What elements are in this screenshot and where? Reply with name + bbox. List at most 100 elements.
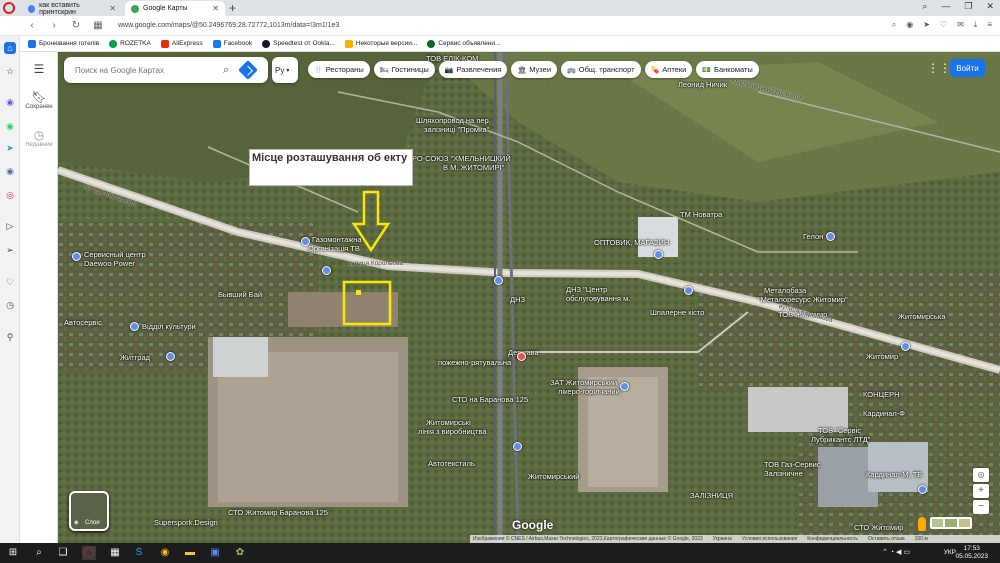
apps-icon[interactable]: ▦ [108, 546, 122, 560]
menu-button[interactable]: ☰ [20, 62, 58, 76]
map-label[interactable]: Газомонтажна [312, 235, 362, 244]
map-label[interactable]: лінія з виробництва [418, 427, 486, 436]
recent-button[interactable]: ◷ Недавние [20, 128, 58, 148]
home-icon[interactable]: ⌂ [4, 42, 16, 54]
browser-tab-active[interactable]: Google Карты ✕ [125, 1, 225, 16]
download-icon[interactable]: ⤓ [974, 20, 978, 30]
minimize-button[interactable]: — [941, 1, 950, 12]
search-tabs-icon[interactable]: ⌕ [922, 1, 927, 12]
map-label[interactable]: ТМ Новатра [680, 210, 722, 219]
map-label[interactable]: Залізничне [764, 469, 803, 478]
chip-museums[interactable]: 🏛 Музеи [511, 61, 558, 78]
bookmark-facebook[interactable]: Facebook [212, 39, 252, 48]
poi-pin-icon[interactable] [130, 322, 139, 331]
search-icon[interactable]: ⌕ [223, 64, 229, 77]
language-select[interactable]: Ру ▾ [272, 57, 298, 83]
messenger-icon[interactable]: ◉ [4, 96, 16, 108]
bookmark-rozetka[interactable]: ROZETKA [109, 39, 151, 48]
vk-icon[interactable]: ◉ [4, 165, 16, 177]
signin-button[interactable]: Войти [950, 59, 985, 77]
map-label[interactable]: Лубрикантс ЛТД" [811, 435, 870, 444]
map-label[interactable]: Бывший Бай [218, 290, 262, 299]
map-label[interactable]: ОПТОВИК, МАГАЗИН [594, 238, 669, 247]
save-icon[interactable]: ▣ [208, 546, 222, 560]
bookmark-speedtest[interactable]: Speedtest от Ookla... [262, 39, 335, 48]
tray-icons[interactable]: ⌃ ◔ ◀︎ ▭ [882, 548, 910, 556]
zoom-out-button[interactable]: − [973, 500, 989, 514]
map-label[interactable]: Кардинал-М, ТБ [866, 470, 922, 479]
map-label[interactable]: РО-СОЮЗ "ХМЕЛЬНИЦКИЙ [412, 154, 511, 163]
poi-pin-icon[interactable] [301, 237, 310, 246]
map-label[interactable]: Житомирські [426, 418, 471, 427]
layers-button[interactable]: ◈ Слои [69, 491, 109, 531]
search-input[interactable] [75, 65, 215, 75]
skype-icon[interactable]: S [132, 546, 146, 560]
scale-bar[interactable]: 100 м [915, 536, 928, 542]
chip-entertainment[interactable]: 📷 Развлечения [438, 61, 508, 78]
player-icon[interactable]: ▷ [4, 220, 16, 232]
camera-icon[interactable]: ◉ [906, 20, 913, 30]
saved-button[interactable]: 🔖︎ Сохранен [20, 90, 58, 110]
tabs-overview-icon[interactable]: ▦ [92, 20, 104, 31]
privacy-link[interactable]: Конфиденциальность [807, 536, 858, 542]
chip-atms[interactable]: 💵 Банкоматы [696, 61, 759, 78]
telegram-icon[interactable]: ➤ [4, 142, 16, 154]
poi-pin-icon[interactable] [684, 286, 693, 295]
poi-pin-icon[interactable] [166, 352, 175, 361]
heart-icon[interactable]: ♡ [4, 276, 16, 288]
satellite-map[interactable]: Леонид Ничик Шляхопровод на пер. залізни… [58, 52, 1000, 543]
my-location-icon[interactable]: ◎ [973, 468, 989, 482]
back-icon[interactable]: ‹ [26, 20, 38, 31]
poi-pin-icon[interactable] [620, 382, 629, 391]
map-label[interactable]: СТО на Баранова 125 [452, 395, 528, 404]
map-label[interactable]: ЗАТ Житомирський [550, 378, 617, 387]
map-label[interactable]: Організація ТВ [308, 244, 360, 253]
map-label[interactable]: Шпалерне кісто [650, 308, 704, 317]
star-icon[interactable]: ☆ [4, 65, 16, 77]
new-tab-button[interactable]: + [229, 1, 236, 15]
map-label[interactable]: КОНЦЕРН [863, 390, 900, 399]
bookmark-aliexpress[interactable]: AliExpress [160, 39, 203, 48]
maximize-button[interactable]: ❐ [964, 1, 972, 12]
poi-pin-icon[interactable] [654, 250, 663, 259]
chip-transit[interactable]: 🚌 Общ. транспорт [561, 61, 641, 78]
poi-pin-icon[interactable] [918, 485, 927, 494]
imagery-thumbnails[interactable] [930, 517, 972, 529]
directions-icon[interactable] [238, 60, 259, 80]
zoom-icon[interactable]: ⌕ [892, 20, 896, 30]
map-label[interactable]: Гелон [803, 232, 823, 241]
map-label[interactable]: Житомирська [898, 312, 945, 321]
chip-hotels[interactable]: 🛏 Гостиницы [373, 61, 435, 78]
map-label[interactable]: СТО Житомир Баранова 125 [228, 508, 328, 517]
feedback-link[interactable]: Оставить отзыв [868, 536, 905, 542]
url-field[interactable]: www.google.com/maps/@50.2496769,28.72772… [118, 22, 339, 29]
map-label[interactable]: Автосервіс [64, 318, 102, 327]
windows-start-icon[interactable]: ⊞ [6, 546, 20, 560]
whatsapp-icon[interactable]: ◉ [4, 120, 16, 132]
opera-logo-icon[interactable] [3, 2, 15, 14]
chip-restaurants[interactable]: 🍴 Рестораны [308, 61, 370, 78]
map-label[interactable]: Житград [120, 353, 150, 362]
poi-pin-icon[interactable] [901, 342, 910, 351]
imagery-thumb[interactable] [958, 519, 970, 527]
map-label[interactable]: ДНЗ [510, 295, 525, 304]
instagram-icon[interactable]: ◎ [4, 189, 16, 201]
map-label[interactable]: ТОВ Газ-Сервис [764, 460, 821, 469]
google-apps-icon[interactable]: ⋮⋮ [927, 62, 951, 74]
imagery-thumb[interactable] [945, 519, 957, 527]
poi-pin-icon[interactable] [494, 276, 503, 285]
bookmark-booking[interactable]: Бронювання готелів [28, 39, 99, 48]
map-label[interactable]: обслуговування м. [566, 294, 630, 303]
close-tab-icon[interactable]: ✕ [212, 4, 219, 13]
poi-pin-icon[interactable] [72, 252, 81, 261]
map-label[interactable]: Леонид Ничик [678, 80, 727, 89]
map-label[interactable]: В М. ЖИТОМИРІ" [443, 163, 504, 172]
map-label[interactable]: Superspork.Design [154, 518, 218, 527]
heart-icon[interactable]: ♡ [940, 20, 947, 30]
bookmark-icon[interactable]: ✉ [957, 20, 964, 30]
explorer-icon[interactable]: ▬ [183, 546, 197, 560]
poi-pin-icon[interactable] [826, 232, 835, 241]
bookmark-versions[interactable]: Некоторые версии... [344, 39, 417, 48]
map-label[interactable]: ДНЗ "Центр [566, 285, 607, 294]
map-label[interactable]: Житомир [866, 352, 898, 361]
